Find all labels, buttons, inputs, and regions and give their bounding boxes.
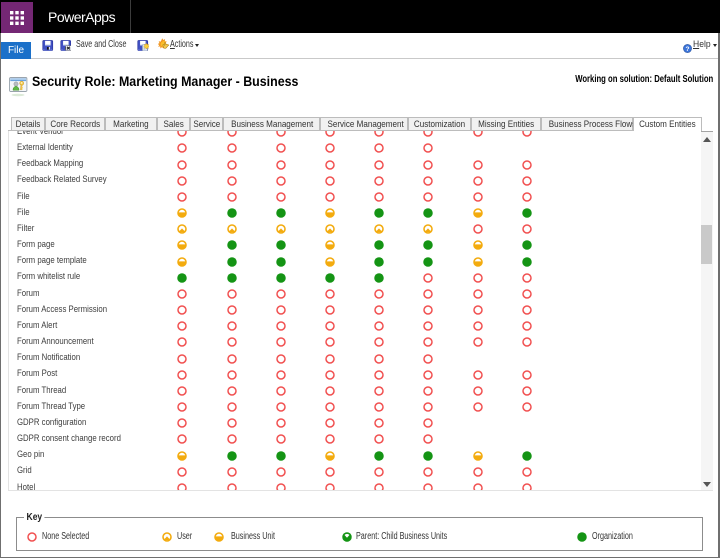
svg-text:?: ? bbox=[686, 46, 690, 53]
